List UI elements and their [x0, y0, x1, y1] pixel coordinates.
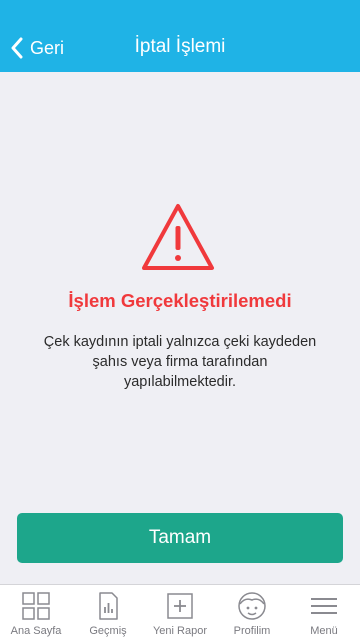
- error-message: Çek kaydının iptali yalnızca çeki kayded…: [43, 334, 317, 390]
- tab-label: Geçmiş: [89, 625, 127, 637]
- main-content: İşlem Gerçekleştirilemedi Çek kaydının i…: [0, 72, 360, 584]
- tab-label: Yeni Rapor: [152, 625, 208, 637]
- plus-icon: [167, 593, 193, 619]
- tab-bar: Ana Sayfa Geçmiş Yeni Rapor Profilim Men…: [0, 584, 360, 640]
- tab-menu[interactable]: Menü: [288, 585, 360, 640]
- tab-new-report[interactable]: Yeni Rapor: [144, 585, 216, 640]
- tab-profile[interactable]: Profilim: [216, 585, 288, 640]
- history-chart-icon: [99, 592, 118, 620]
- tab-label: Menü: [310, 625, 338, 637]
- tab-label: Profilim: [233, 625, 271, 637]
- error-title: İşlem Gerçekleştirilemedi: [68, 290, 292, 311]
- menu-icon: [311, 598, 337, 614]
- tab-history[interactable]: Geçmiş: [72, 585, 144, 640]
- tab-label: Ana Sayfa: [10, 625, 62, 637]
- tab-home[interactable]: Ana Sayfa: [0, 585, 72, 640]
- grid-icon: [22, 592, 50, 620]
- page-title: İptal İşlemi: [134, 36, 226, 57]
- warning-triangle-icon: [142, 204, 214, 270]
- header-bar: Geri İptal İşlemi: [0, 0, 360, 72]
- ok-button[interactable]: Tamam: [17, 513, 343, 563]
- profile-face-icon: [238, 592, 266, 620]
